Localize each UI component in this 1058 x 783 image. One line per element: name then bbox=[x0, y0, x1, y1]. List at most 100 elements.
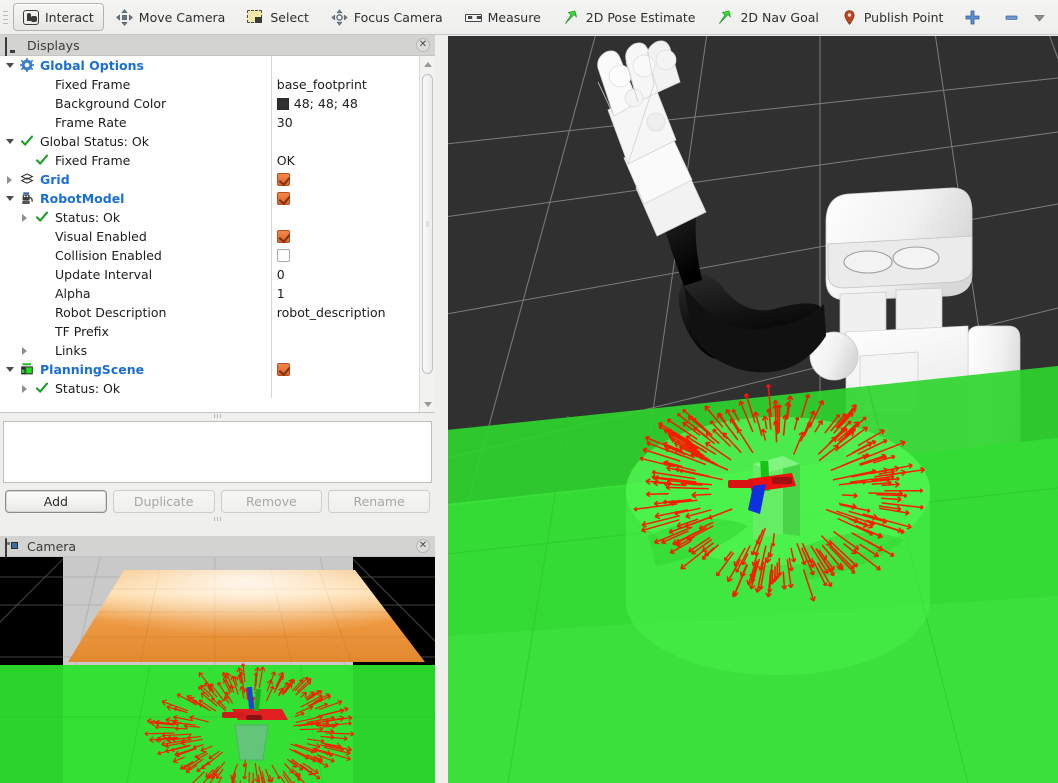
tree-row[interactable]: Global Status: Ok bbox=[0, 132, 419, 151]
scrollbar-thumb[interactable] bbox=[422, 74, 433, 374]
scroll-down-arrow[interactable] bbox=[420, 396, 435, 412]
color-swatch[interactable] bbox=[276, 97, 289, 110]
expand-arrow-right-icon[interactable] bbox=[19, 384, 30, 393]
rviz-window: Interact Move Camera Select Focus Camera… bbox=[0, 0, 1058, 783]
tree-row-value[interactable]: 48; 48; 48 bbox=[270, 94, 419, 113]
tree-row-label: Background Color bbox=[55, 96, 167, 111]
rename-button[interactable]: Rename bbox=[328, 489, 430, 513]
tool-interact[interactable]: Interact bbox=[13, 3, 104, 31]
expand-arrow-down-icon[interactable] bbox=[4, 139, 15, 144]
tool-measure-label: Measure bbox=[487, 9, 541, 25]
tree-row-value-text: robot_description bbox=[276, 305, 386, 320]
toolbar-overflow-button[interactable] bbox=[1027, 3, 1052, 31]
tool-focus-camera-label: Focus Camera bbox=[353, 9, 443, 25]
tool-select[interactable]: Select bbox=[237, 3, 319, 31]
tool-publish-point[interactable]: Publish Point bbox=[831, 3, 954, 31]
tree-row[interactable]: Frame Rate 30 bbox=[0, 113, 419, 132]
tree-row-label: RobotModel bbox=[40, 191, 125, 206]
tool-2d-pose-estimate[interactable]: 2D Pose Estimate bbox=[553, 3, 706, 31]
displays-tree-scrollbar[interactable] bbox=[419, 56, 435, 412]
checkbox-unchecked[interactable] bbox=[276, 249, 290, 262]
tree-row[interactable]: Grid bbox=[0, 170, 419, 189]
tree-row[interactable]: Fixed Frame OK bbox=[0, 151, 419, 170]
tree-row-value[interactable]: 30 bbox=[270, 113, 419, 132]
tree-row[interactable]: Robot Description robot_description bbox=[0, 303, 419, 322]
tree-row-value[interactable]: base_footprint bbox=[270, 75, 419, 94]
tree-row-value[interactable] bbox=[270, 227, 419, 246]
move-camera-icon bbox=[115, 8, 133, 26]
expand-arrow-down-icon[interactable] bbox=[4, 63, 15, 68]
tool-interact-label: Interact bbox=[45, 9, 94, 25]
monitor-icon bbox=[5, 37, 21, 58]
expand-arrow-right-icon[interactable] bbox=[19, 213, 30, 222]
tree-row-label: TF Prefix bbox=[55, 324, 109, 339]
tree-row[interactable]: RobotModel bbox=[0, 189, 419, 208]
tree-row-value[interactable] bbox=[270, 246, 419, 265]
panel-splitter-bottom[interactable] bbox=[0, 516, 435, 521]
tree-row[interactable]: Status: Ok bbox=[0, 379, 419, 398]
tool-measure[interactable]: Measure bbox=[455, 3, 551, 31]
remove-tool-button[interactable] bbox=[992, 3, 1025, 31]
tree-row[interactable]: Background Color 48; 48; 48 bbox=[0, 94, 419, 113]
checkbox-checked[interactable] bbox=[276, 192, 290, 205]
expand-arrow-down-icon[interactable] bbox=[4, 367, 15, 372]
no-icon bbox=[35, 343, 50, 358]
tree-row-name: Update Interval bbox=[0, 267, 271, 282]
chevron-down-icon bbox=[1034, 12, 1046, 23]
add-button[interactable]: Add bbox=[5, 489, 107, 513]
tree-row-value[interactable]: robot_description bbox=[270, 303, 419, 322]
tree-row[interactable]: Visual Enabled bbox=[0, 227, 419, 246]
checkbox-checked[interactable] bbox=[276, 363, 290, 376]
checkbox-checked[interactable] bbox=[276, 173, 290, 186]
check-icon bbox=[35, 381, 50, 396]
tree-row-value bbox=[270, 132, 419, 151]
expand-arrow-right-icon[interactable] bbox=[19, 346, 30, 355]
tree-row-value bbox=[270, 341, 419, 360]
remove-button[interactable]: Remove bbox=[220, 489, 323, 513]
tool-2d-nav-goal[interactable]: 2D Nav Goal bbox=[707, 3, 828, 31]
tree-row-name: Background Color bbox=[0, 96, 271, 111]
tree-row[interactable]: TF Prefix bbox=[0, 322, 419, 341]
camera-render-view[interactable] bbox=[0, 557, 435, 783]
tree-row-value[interactable]: 1 bbox=[270, 284, 419, 303]
expand-arrow-right-icon[interactable] bbox=[4, 175, 15, 184]
tree-row-value[interactable] bbox=[270, 360, 419, 379]
toolbar-drag-handle[interactable] bbox=[1, 4, 10, 30]
add-tool-button[interactable] bbox=[955, 3, 990, 31]
tree-row[interactable]: Links bbox=[0, 341, 419, 360]
tree-row[interactable]: Global Options bbox=[0, 56, 419, 75]
tree-row-value[interactable]: 0 bbox=[270, 265, 419, 284]
hand-icon bbox=[23, 9, 39, 25]
tool-move-camera[interactable]: Move Camera bbox=[106, 3, 236, 31]
tree-row-label: Global Options bbox=[40, 58, 144, 73]
tree-row-name: TF Prefix bbox=[0, 324, 271, 339]
tree-row[interactable]: Fixed Frame base_footprint bbox=[0, 75, 419, 94]
tool-select-label: Select bbox=[270, 9, 309, 25]
tree-row[interactable]: PlanningScene bbox=[0, 360, 419, 379]
main-3d-render-view[interactable] bbox=[448, 36, 1058, 783]
tool-focus-camera[interactable]: Focus Camera bbox=[321, 3, 453, 31]
robot-model-icon bbox=[20, 191, 35, 206]
displays-tree[interactable]: Global Options Fixed Frame base_footprint B… bbox=[0, 56, 435, 413]
duplicate-button[interactable]: Duplicate bbox=[112, 489, 215, 513]
tree-row[interactable]: Alpha 1 bbox=[0, 284, 419, 303]
tool-2d-pose-estimate-label: 2D Pose Estimate bbox=[585, 9, 696, 25]
tree-row[interactable]: Update Interval 0 bbox=[0, 265, 419, 284]
tree-row-label: Collision Enabled bbox=[55, 248, 162, 263]
checkbox-checked[interactable] bbox=[276, 230, 290, 243]
tree-row[interactable]: Status: Ok bbox=[0, 208, 419, 227]
tree-row-name: Global Status: Ok bbox=[0, 134, 271, 149]
tree-row-value[interactable]: OK bbox=[270, 151, 419, 170]
expand-arrow-down-icon[interactable] bbox=[4, 196, 15, 201]
camera-panel-title: Camera bbox=[27, 538, 77, 554]
tree-row[interactable]: Collision Enabled bbox=[0, 246, 419, 265]
scroll-up-arrow[interactable] bbox=[420, 56, 435, 72]
no-icon bbox=[35, 324, 50, 339]
close-icon[interactable]: ✕ bbox=[416, 38, 430, 52]
tree-row-label: Grid bbox=[40, 172, 70, 187]
close-icon[interactable]: ✕ bbox=[416, 539, 430, 553]
tree-row-value[interactable] bbox=[270, 170, 419, 189]
tree-row-value[interactable] bbox=[270, 189, 419, 208]
tree-row-name: RobotModel bbox=[0, 191, 271, 206]
tree-row-value[interactable] bbox=[270, 322, 419, 341]
